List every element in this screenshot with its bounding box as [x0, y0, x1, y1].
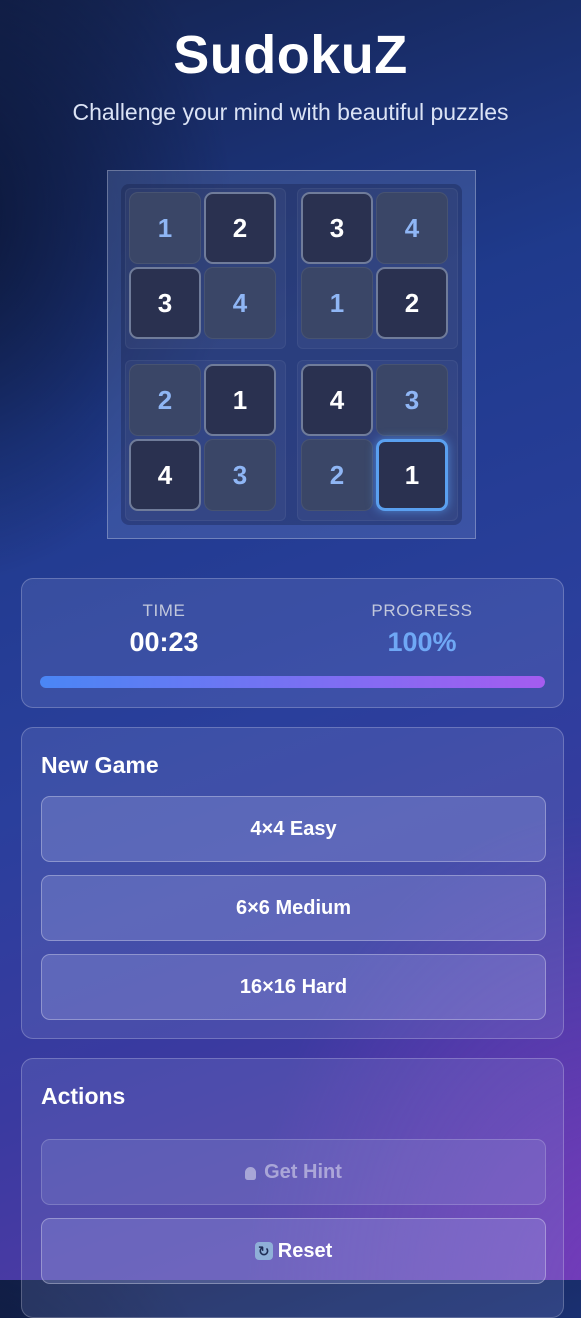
app-title: SudokuZ: [173, 25, 408, 85]
sudoku-cell-r1c1[interactable]: 1: [129, 192, 201, 264]
sudoku-cell-r4c1[interactable]: 4: [129, 439, 201, 511]
sudoku-cell-r2c4[interactable]: 2: [376, 267, 448, 339]
progress-bar-fill: [40, 676, 545, 688]
lightbulb-icon: [245, 1166, 257, 1180]
actions-panel: Actions Get Hint ↻ Reset: [21, 1058, 564, 1318]
sudoku-cell-r3c4[interactable]: 3: [376, 364, 448, 436]
stats-panel: TIME 00:23 PROGRESS 100%: [21, 578, 564, 708]
refresh-icon: ↻: [254, 1242, 273, 1260]
sudoku-cell-r2c1[interactable]: 3: [129, 267, 201, 339]
sudoku-cell-r3c3[interactable]: 4: [301, 364, 373, 436]
new-game-heading: New Game: [41, 752, 159, 778]
board-grid: 1234341221434321: [121, 184, 462, 525]
new-game-panel: New Game 4×4 Easy 6×6 Medium 16×16 Hard: [21, 727, 564, 1039]
sudoku-cell-r1c3[interactable]: 3: [301, 192, 373, 264]
time-label: TIME: [142, 601, 186, 620]
progress-bar: [40, 676, 545, 688]
get-hint-button[interactable]: Get Hint: [41, 1139, 546, 1205]
sudoku-cell-r4c4[interactable]: 1: [376, 439, 448, 511]
progress-label: PROGRESS: [371, 601, 473, 620]
sudoku-cell-r2c3[interactable]: 1: [301, 267, 373, 339]
medium-6x6-button[interactable]: 6×6 Medium: [41, 875, 546, 941]
get-hint-label: Get Hint: [264, 1160, 342, 1183]
progress-value: 100%: [387, 627, 457, 657]
sudoku-cell-r1c4[interactable]: 4: [376, 192, 448, 264]
sudoku-cell-r4c2[interactable]: 3: [204, 439, 276, 511]
app-subtitle: Challenge your mind with beautiful puzzl…: [72, 99, 509, 125]
reset-button[interactable]: ↻ Reset: [41, 1218, 546, 1284]
sudoku-cell-r4c3[interactable]: 2: [301, 439, 373, 511]
sudoku-cell-r1c2[interactable]: 2: [204, 192, 276, 264]
sudoku-cell-r2c2[interactable]: 4: [204, 267, 276, 339]
hard-16x16-button[interactable]: 16×16 Hard: [41, 954, 546, 1020]
sudoku-cell-r3c2[interactable]: 1: [204, 364, 276, 436]
easy-4x4-button[interactable]: 4×4 Easy: [41, 796, 546, 862]
reset-label: Reset: [277, 1239, 333, 1262]
actions-heading: Actions: [41, 1083, 126, 1109]
sudoku-cell-r3c1[interactable]: 2: [129, 364, 201, 436]
sudoku-board: 1234341221434321: [107, 170, 476, 539]
time-value: 00:23: [129, 627, 199, 657]
